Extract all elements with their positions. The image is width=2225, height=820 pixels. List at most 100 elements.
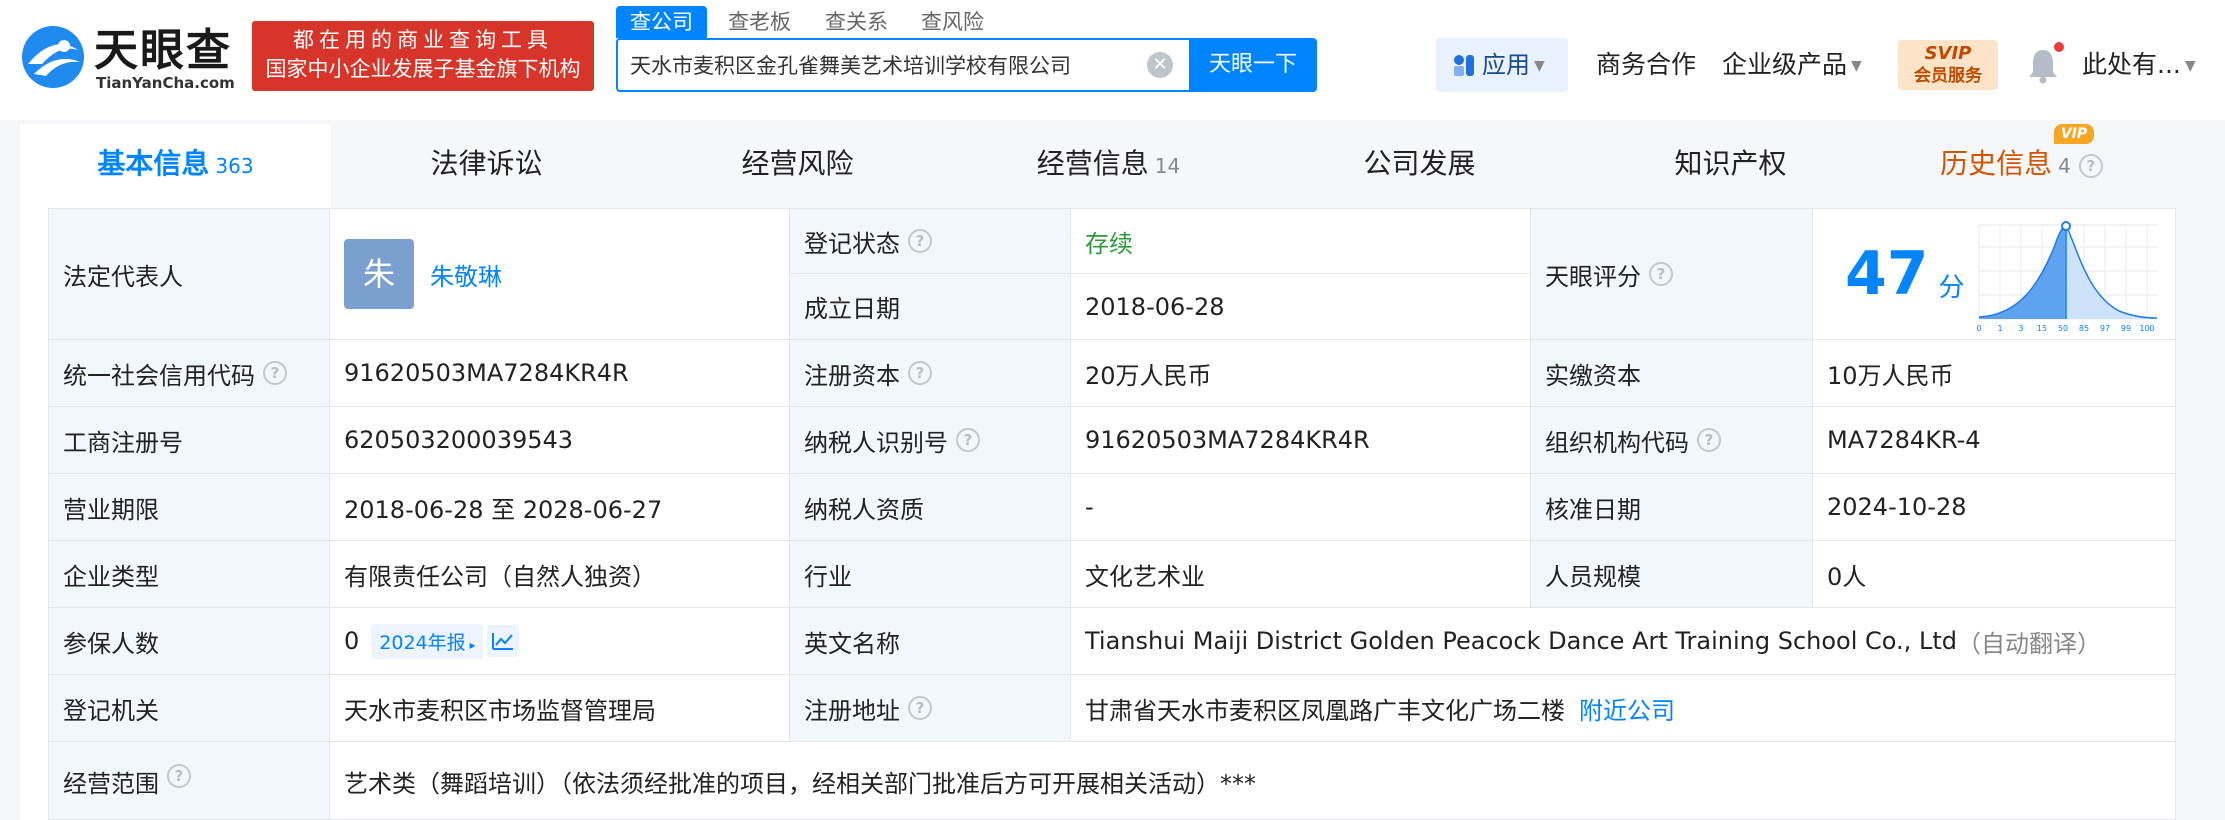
tab-risk[interactable]: 经营风险	[642, 124, 953, 208]
term-cell: 2018-06-28 至 2028-06-27	[329, 473, 790, 541]
legal-rep-link[interactable]: 朱敬琳	[430, 257, 502, 292]
approve-date-value: 2024-10-28	[1827, 493, 1967, 521]
tab-label: 经营信息	[1036, 147, 1149, 180]
tab-ip[interactable]: 知识产权	[1575, 124, 1886, 208]
help-icon[interactable]: ?	[1649, 262, 1673, 286]
label-address: 注册地址?	[789, 674, 1071, 742]
search-tab-relation[interactable]: 查关系	[825, 6, 888, 38]
tab-history[interactable]: 历史信息 4?	[1866, 124, 2177, 208]
chevron-down-icon: ▼	[1851, 58, 1862, 74]
label-text: 工商注册号	[63, 428, 183, 457]
label-biz-reg-no: 工商注册号	[48, 406, 330, 474]
bell-icon[interactable]	[2026, 46, 2060, 84]
axis-tick: 3	[2018, 324, 2023, 333]
label-text: 营业期限	[63, 495, 159, 524]
label-text: 实缴资本	[1545, 361, 1641, 390]
axis-tick: 0	[1976, 324, 1981, 333]
logo-domain: TianYanCha.com	[96, 74, 235, 92]
label-reg-capital: 注册资本?	[789, 339, 1071, 407]
axis-tick: 1	[1997, 324, 2002, 333]
label-legal-rep: 法定代表人	[48, 208, 330, 340]
nav-business[interactable]: 商务合作	[1596, 38, 1696, 92]
svip-button[interactable]: SVIP 会员服务	[1898, 40, 1998, 90]
search-input[interactable]	[630, 40, 1130, 90]
tab-legal[interactable]: 法律诉讼	[331, 124, 642, 208]
label-en-name: 英文名称	[789, 607, 1071, 675]
label-text: 人员规模	[1545, 562, 1641, 591]
clear-icon[interactable]: ✕	[1147, 52, 1173, 78]
help-icon[interactable]: ?	[263, 361, 287, 385]
label-authority: 登记机关	[48, 674, 330, 742]
type-cell: 有限责任公司（自然人独资）	[329, 540, 790, 608]
org-code-value: MA7284KR-4	[1827, 426, 1981, 454]
taxpayer-id-cell: 91620503MA7284KR4R	[1070, 406, 1531, 474]
auto-translate-note: （自动翻译）	[1956, 629, 2101, 658]
label-insured: 参保人数	[48, 607, 330, 675]
tab-basic-info[interactable]: 基本信息 363	[20, 124, 331, 208]
svip-title: SVIP	[1924, 43, 1972, 64]
label-industry: 行业	[789, 540, 1071, 608]
taxpayer-qual-cell: -	[1070, 473, 1531, 541]
logo[interactable]: 天眼查 TianYanCha.com	[20, 24, 240, 94]
score-unit: 分	[1938, 272, 1965, 303]
label-text: 英文名称	[804, 629, 900, 658]
annual-report-button[interactable]: 2024年报 ▸	[371, 623, 484, 659]
axis-tick: 100	[2139, 324, 2154, 333]
en-name-cell: Tianshui Maiji District Golden Peacock D…	[1070, 607, 2176, 675]
label-score: 天眼评分?	[1530, 208, 1813, 340]
nearby-companies-link[interactable]: 附近公司	[1579, 691, 1675, 726]
credit-code-value: 91620503MA7284KR4R	[344, 359, 629, 387]
staff-value: 0人	[1827, 562, 1867, 591]
label-text: 组织机构代码	[1545, 428, 1689, 457]
slogan-line1: 都在用的商业查询工具	[293, 28, 553, 52]
industry-value: 文化艺术业	[1085, 562, 1205, 591]
search-button[interactable]: 天眼一下	[1189, 38, 1317, 92]
label-text: 参保人数	[63, 629, 159, 658]
tab-label: 法律诉讼	[430, 147, 543, 180]
label-text: 法定代表人	[63, 262, 183, 291]
help-icon[interactable]: ?	[908, 229, 932, 253]
nav-enterprise[interactable]: 企业级产品 ▼	[1722, 38, 1862, 92]
help-icon[interactable]: ?	[2078, 154, 2103, 178]
scope-cell: 艺术类（舞蹈培训）（依法须经批准的项目，经相关部门批准后方可开展相关活动）***	[329, 741, 2176, 820]
section-tabs: 基本信息 363 法律诉讼 经营风险 经营信息 14 公司发展 知识产权 历史信息 4…	[20, 124, 2176, 208]
axis-tick: 97	[2100, 324, 2110, 333]
logo-eye-icon	[22, 26, 84, 88]
user-menu[interactable]: 此处有... ▼	[2082, 38, 2196, 92]
help-icon[interactable]: ?	[908, 696, 932, 720]
svip-subtitle: 会员服务	[1914, 66, 1982, 86]
label-staff: 人员规模	[1530, 540, 1813, 608]
annual-report-label: 2024年报	[379, 631, 466, 654]
trend-chart-icon[interactable]	[487, 625, 520, 657]
search-tab-risk[interactable]: 查风险	[921, 6, 984, 38]
search-tab-boss[interactable]: 查老板	[728, 6, 791, 38]
label-text: 核准日期	[1545, 495, 1641, 524]
authority-value: 天水市麦积区市场监督管理局	[344, 696, 656, 725]
label-taxpayer-id: 纳税人识别号?	[789, 406, 1071, 474]
label-found-date: 成立日期	[789, 273, 1071, 340]
chevron-down-icon: ▼	[2184, 58, 2196, 74]
search-tab-company[interactable]: 查公司	[616, 6, 707, 38]
score-cell[interactable]: 47 分 0 1 3 15 50 85 97 99 100	[1812, 208, 2176, 340]
label-reg-status: 登记状态?	[789, 208, 1071, 274]
help-icon[interactable]: ?	[956, 428, 980, 452]
label-org-code: 组织机构代码?	[1530, 406, 1813, 474]
type-value: 有限责任公司（自然人独资）	[344, 562, 656, 591]
label-text: 纳税人识别号	[804, 428, 948, 457]
label-text: 企业类型	[63, 562, 159, 591]
avatar[interactable]: 朱	[344, 239, 414, 309]
help-icon[interactable]: ?	[908, 361, 932, 385]
staff-cell: 0人	[1812, 540, 2176, 608]
term-value: 2018-06-28 至 2028-06-27	[344, 495, 663, 524]
tab-label: 知识产权	[1674, 147, 1787, 180]
tab-development[interactable]: 公司发展	[1264, 124, 1575, 208]
help-icon[interactable]: ?	[1697, 428, 1721, 452]
paid-capital-value: 10万人民币	[1827, 361, 1954, 390]
label-credit-code: 统一社会信用代码?	[48, 339, 330, 407]
approve-date-cell: 2024-10-28	[1812, 473, 2176, 541]
tab-operation[interactable]: 经营信息 14	[953, 124, 1264, 208]
label-text: 天眼评分	[1545, 262, 1641, 291]
help-icon[interactable]: ?	[167, 764, 191, 788]
tab-count: 4	[2058, 154, 2071, 178]
app-menu-button[interactable]: 应用 ▼	[1436, 38, 1568, 92]
